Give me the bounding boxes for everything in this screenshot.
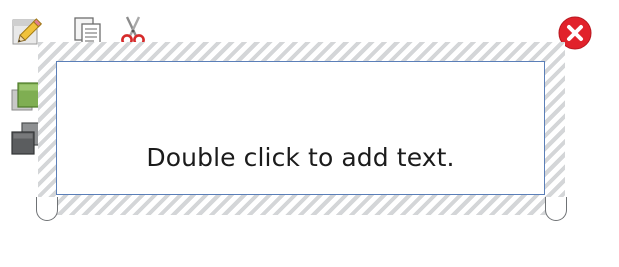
text-box[interactable]: Double click to add text. xyxy=(56,61,545,195)
resize-handle-bottom-right[interactable] xyxy=(545,197,567,221)
text-box-placeholder: Double click to add text. xyxy=(146,143,455,172)
resize-handle-bottom-left[interactable] xyxy=(36,197,58,221)
